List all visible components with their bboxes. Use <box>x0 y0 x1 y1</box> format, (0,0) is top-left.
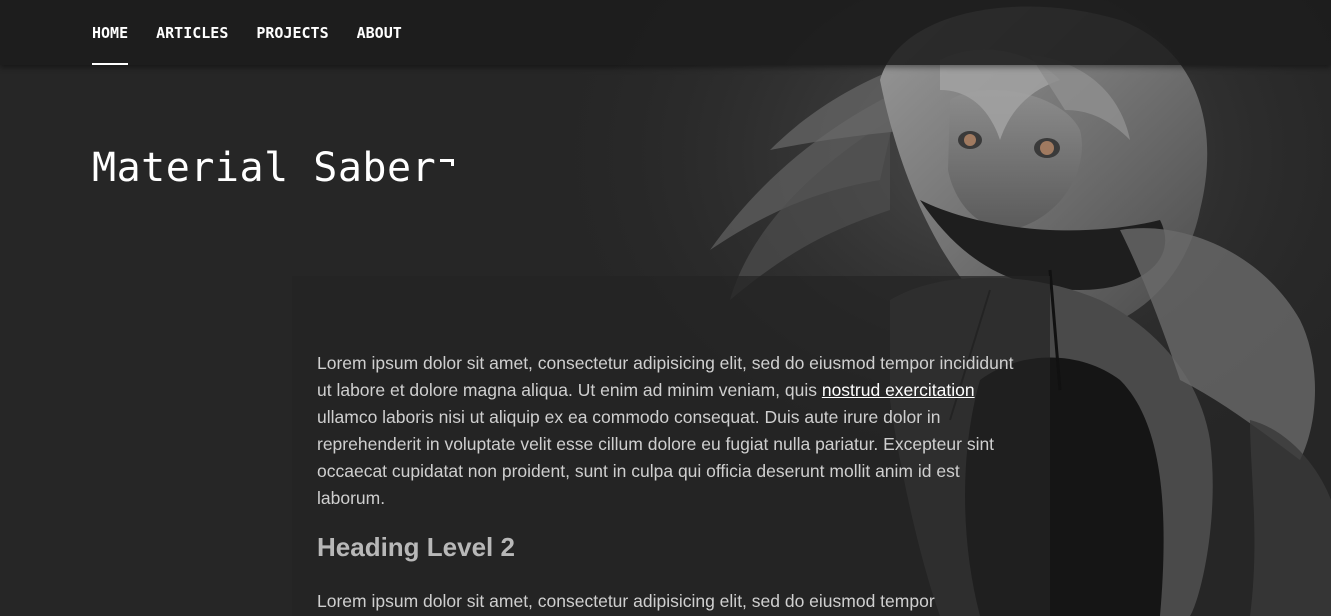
site-title-text: Material Saber <box>92 145 437 191</box>
cursor-icon <box>436 157 455 181</box>
article-paragraph-2: Lorem ipsum dolor sit amet, consectetur … <box>317 591 935 611</box>
nav-item-home[interactable]: HOME <box>92 0 129 65</box>
nav-item-about[interactable]: ABOUT <box>357 0 402 65</box>
nav-item-projects[interactable]: PROJECTS <box>256 0 328 65</box>
nav-item-articles[interactable]: ARTICLES <box>156 0 228 65</box>
site-title: Material Saber <box>92 145 455 191</box>
paragraph-text-end: ullamco laboris nisi ut aliquip ex ea co… <box>317 407 995 508</box>
top-navbar: HOME ARTICLES PROJECTS ABOUT <box>0 0 1331 65</box>
page: HOME ARTICLES PROJECTS ABOUT Material Sa… <box>0 0 1331 616</box>
article-paragraph: Lorem ipsum dolor sit amet, consectetur … <box>317 350 1017 512</box>
article-heading-level-2: Heading Level 2 <box>317 532 515 562</box>
inline-link-nostrud-exercitation[interactable]: nostrud exercitation <box>822 380 975 400</box>
nav-menu: HOME ARTICLES PROJECTS ABOUT <box>92 0 430 65</box>
